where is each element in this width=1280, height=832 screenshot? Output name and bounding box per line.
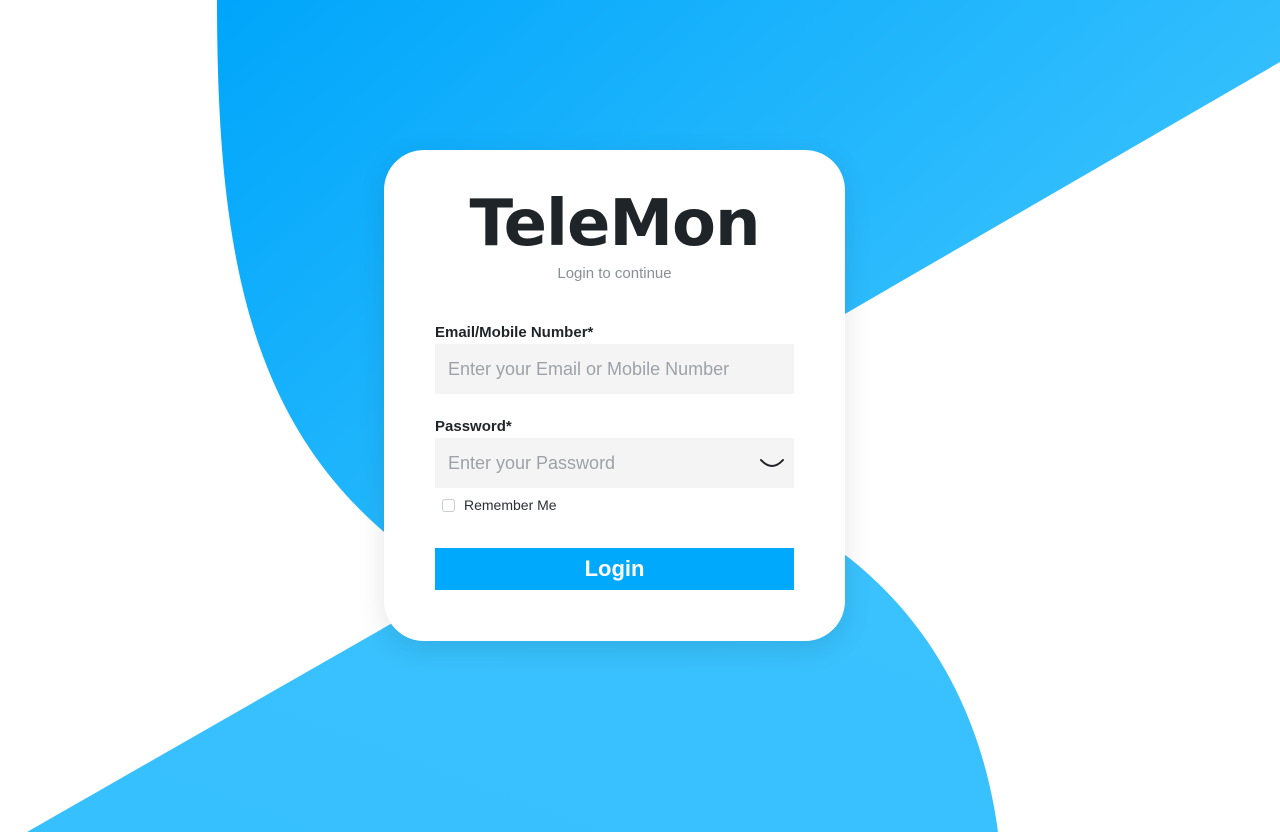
eye-closed-icon[interactable] — [758, 451, 786, 475]
password-input[interactable] — [435, 438, 794, 488]
email-field-label: Email/Mobile Number* — [435, 324, 594, 341]
brand-title: TeleMon — [469, 187, 760, 261]
remember-me-label[interactable]: Remember Me — [464, 496, 557, 514]
login-button[interactable]: Login — [435, 548, 794, 590]
email-input[interactable] — [435, 344, 794, 394]
login-card: TeleMon Login to continue Email/Mobile N… — [384, 150, 845, 641]
login-subtitle: Login to continue — [557, 265, 672, 282]
password-field-label: Password* — [435, 418, 512, 435]
password-field-container — [435, 438, 794, 488]
login-page: TeleMon Login to continue Email/Mobile N… — [0, 0, 1280, 832]
remember-me-checkbox[interactable] — [442, 498, 455, 512]
remember-me-row: Remember Me — [442, 496, 557, 514]
email-field-container — [435, 344, 794, 394]
